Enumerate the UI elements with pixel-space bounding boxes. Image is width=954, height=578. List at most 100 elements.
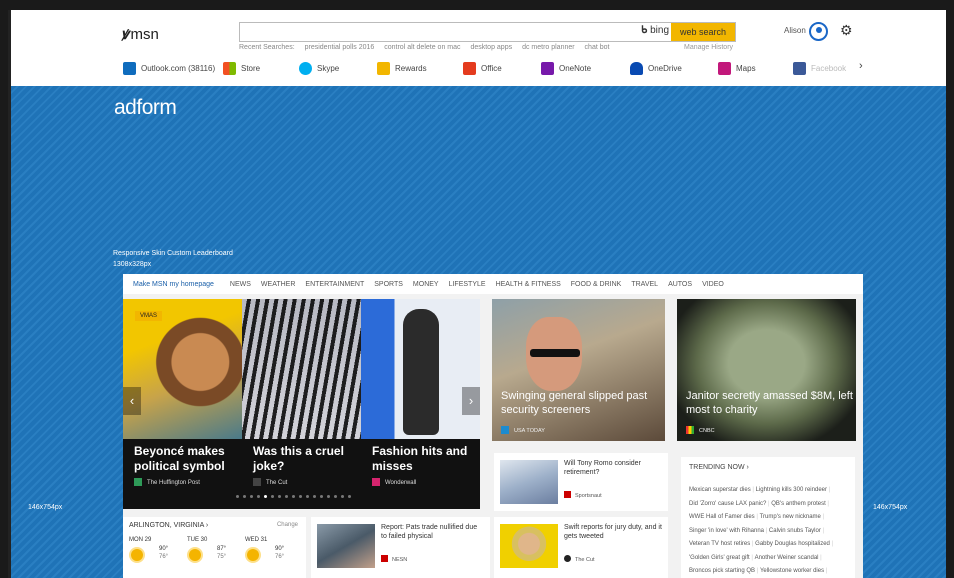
app-link-skype[interactable]: Skype <box>299 62 377 75</box>
nav-item-money[interactable]: MONEY <box>413 281 439 288</box>
gear-icon[interactable]: ⚙ <box>840 22 853 39</box>
msn-logo[interactable]: ꝟ msn <box>121 24 159 44</box>
nav-item-health-fitness[interactable]: HEALTH & FITNESS <box>496 281 561 288</box>
slide-caption: Beyoncé makes political symbol <box>134 444 225 473</box>
carousel-pagination[interactable] <box>236 495 355 498</box>
nav-item-food-drink[interactable]: FOOD & DRINK <box>571 281 622 288</box>
search-input[interactable]: ᑲ bing web search <box>239 22 736 42</box>
carousel-next-button[interactable]: › <box>462 387 480 415</box>
usa-today-icon <box>501 426 509 434</box>
trending-item[interactable]: Gabby Douglas hospitalized <box>755 541 833 547</box>
app-link-facebook[interactable]: Facebook <box>793 62 853 75</box>
recent-search-link[interactable]: desktop apps <box>470 44 512 51</box>
news-list-item[interactable]: Swift reports for jury duty, and it gets… <box>494 517 668 578</box>
card-source: CNBC <box>686 426 715 434</box>
item-title: Will Tony Romo consider retirement? <box>564 460 641 476</box>
msn-logo-text: msn <box>130 26 159 43</box>
slide-source-label: Wonderwall <box>385 480 417 486</box>
nav-item-sports[interactable]: SPORTS <box>374 281 403 288</box>
recent-search-link[interactable]: presidential polls 2016 <box>305 44 375 51</box>
item-title: Report: Pats trade nullified due to fail… <box>381 524 478 540</box>
news-list-item[interactable]: Report: Pats trade nullified due to fail… <box>311 517 490 578</box>
trending-item[interactable]: QB's anthem protest <box>771 501 829 507</box>
trending-item[interactable]: Yellowstone worker dies <box>760 568 827 574</box>
app-link-outlook[interactable]: Outlook.com (38116) <box>123 62 223 75</box>
carousel-slide[interactable]: Was this a cruel joke? The Cut <box>242 299 361 509</box>
weather-widget[interactable]: ARLINGTON, VIRGINIA › Change MON 29 90° … <box>123 517 306 578</box>
forecast-high: 90° <box>275 546 285 552</box>
msn-butterfly-icon: ꝟ <box>121 26 129 43</box>
recent-searches-label: Recent Searches: <box>239 44 295 51</box>
ad-label-size: 1308x328px <box>113 261 152 268</box>
nav-item-video[interactable]: VIDEO <box>702 281 724 288</box>
news-list-item[interactable]: Will Tony Romo consider retirement? Spor… <box>494 453 668 511</box>
app-label: Rewards <box>395 64 427 73</box>
nav-item-lifestyle[interactable]: LIFESTYLE <box>449 281 486 288</box>
carousel-prev-button[interactable]: ‹ <box>123 387 141 415</box>
nav-item-weather[interactable]: WEATHER <box>261 281 295 288</box>
app-link-onenote[interactable]: OneNote <box>541 62 630 75</box>
recent-search-link[interactable]: dc metro planner <box>522 44 575 51</box>
app-label: Facebook <box>811 64 847 73</box>
app-link-store[interactable]: Store <box>223 62 299 75</box>
facebook-icon <box>793 62 806 75</box>
nav-item-entertainment[interactable]: ENTERTAINMENT <box>305 281 364 288</box>
forecast-low: 75° <box>217 554 227 560</box>
chevron-right-icon[interactable]: › <box>859 60 863 72</box>
sun-icon <box>189 549 201 561</box>
app-link-rewards[interactable]: Rewards <box>377 62 463 75</box>
app-label: Outlook.com (38116) <box>141 64 216 73</box>
trending-now-panel: TRENDING NOW › Mexican superstar dies Li… <box>681 457 855 578</box>
news-card[interactable]: Swinging general slipped past security s… <box>492 299 665 441</box>
manage-history-link[interactable]: Manage History <box>684 44 733 51</box>
change-location-link[interactable]: Change <box>277 522 298 528</box>
trending-item[interactable]: 'Golden Girls' great gift <box>689 555 755 561</box>
web-search-button[interactable]: web search <box>671 23 735 41</box>
slide-source-label: The Huffington Post <box>147 480 200 486</box>
app-link-maps[interactable]: Maps <box>718 62 793 75</box>
forecast-day-name: TUE 30 <box>187 537 208 543</box>
card-source-label: CNBC <box>699 428 715 434</box>
trending-item[interactable]: Trump's new nickname <box>760 514 825 520</box>
make-homepage-link[interactable]: Make MSN my homepage <box>133 281 214 288</box>
browser-page: ꝟ msn ᑲ bing web search Recent Searches: … <box>8 10 946 578</box>
ad-label-line: Responsive Skin Custom Leaderboard <box>113 250 233 257</box>
side-ad-label-left: 146x754px <box>28 504 63 511</box>
card-source-label: USA TODAY <box>514 428 545 434</box>
nav-item-news[interactable]: NEWS <box>230 281 251 288</box>
thumbnail-image <box>317 524 375 568</box>
rewards-icon <box>377 62 390 75</box>
trending-item[interactable]: Another Weiner scandal <box>755 555 822 561</box>
nav-item-autos[interactable]: AUTOS <box>668 281 692 288</box>
avatar[interactable] <box>809 22 828 41</box>
app-label: Office <box>481 64 502 73</box>
recent-search-link[interactable]: chat bot <box>585 44 610 51</box>
slide-source: Wonderwall <box>372 478 416 486</box>
wonderwall-icon <box>372 478 380 486</box>
ad-skin[interactable]: adform Responsive Skin Custom Leaderboar… <box>11 86 946 578</box>
news-card[interactable]: Janitor secretly amassed $8M, left most … <box>677 299 856 441</box>
app-link-onedrive[interactable]: OneDrive <box>630 62 718 75</box>
trending-item[interactable]: Mexican superstar dies <box>689 487 756 493</box>
weather-location[interactable]: ARLINGTON, VIRGINIA › <box>129 522 208 529</box>
slide-source-label: The Cut <box>266 480 288 486</box>
cnbc-icon <box>686 426 694 434</box>
trending-item[interactable]: Singer 'in love' with Rihanna <box>689 528 769 534</box>
slide-caption: Fashion hits and misses <box>372 444 468 473</box>
slide-source: The Huffington Post <box>134 478 200 486</box>
user-name[interactable]: Alison <box>784 26 806 35</box>
trending-list: Mexican superstar dies Lightning kills 3… <box>689 484 853 578</box>
trending-item[interactable]: Calvin snubs Taylor <box>769 528 824 534</box>
slide-image <box>361 299 480 439</box>
item-source: NESN <box>381 555 407 563</box>
recent-search-link[interactable]: control alt delete on mac <box>384 44 460 51</box>
trending-item[interactable]: Veteran TV host retires <box>689 541 755 547</box>
trending-item[interactable]: Broncos pick starting QB <box>689 568 760 574</box>
trending-item[interactable]: Did 'Zorro' cause LAX panic? <box>689 501 771 507</box>
app-link-office[interactable]: Office <box>463 62 541 75</box>
nav-item-travel[interactable]: TRAVEL <box>631 281 658 288</box>
trending-item[interactable]: Lightning kills 300 reindeer <box>756 487 831 493</box>
trending-item[interactable]: WWE Hall of Famer dies <box>689 514 760 520</box>
msn-header: ꝟ msn ᑲ bing web search Recent Searches: … <box>11 10 946 86</box>
trending-header[interactable]: TRENDING NOW › <box>689 464 749 471</box>
